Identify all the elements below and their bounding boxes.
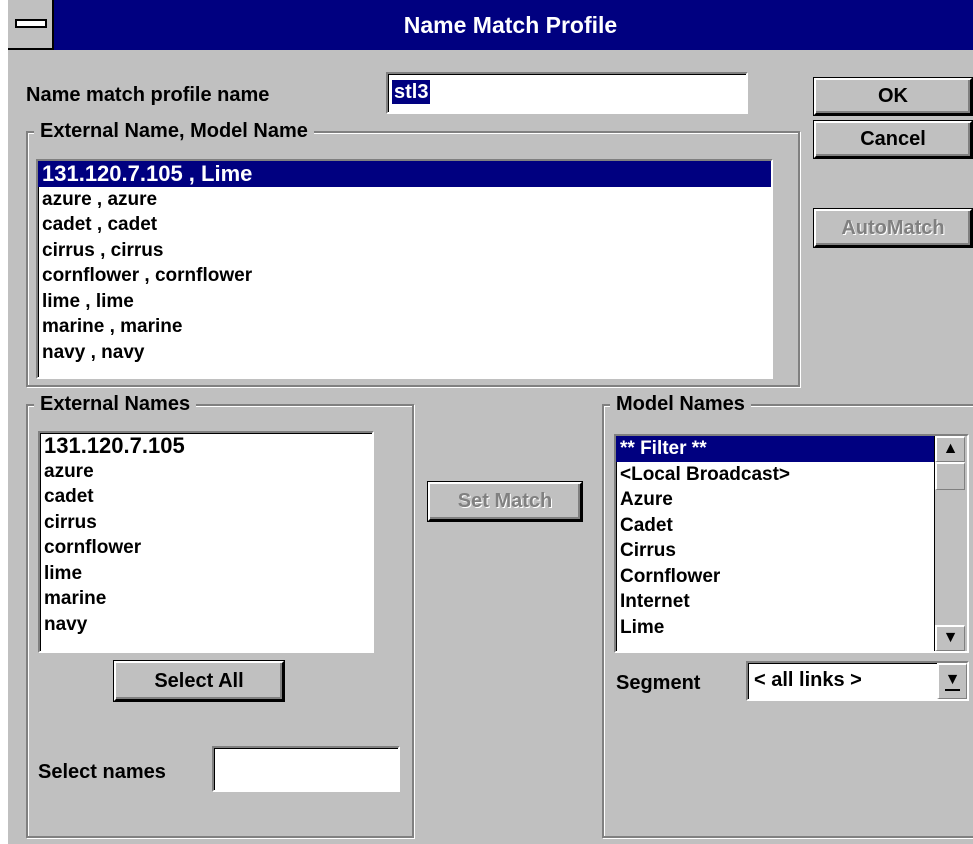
list-item[interactable]: 131.120.7.105 xyxy=(40,433,372,459)
list-item[interactable]: Cornflower xyxy=(616,564,935,590)
up-arrow-icon[interactable]: ▲ xyxy=(935,436,965,462)
list-item[interactable]: Internet xyxy=(616,589,935,615)
segment-label: Segment xyxy=(616,672,701,694)
automatch-button[interactable]: AutoMatch xyxy=(813,208,973,248)
down-arrow-icon[interactable]: ▼ xyxy=(935,625,965,651)
ok-button[interactable]: OK xyxy=(813,77,973,116)
dropdown-arrow-icon[interactable]: ▼ xyxy=(937,663,967,699)
segment-value: < all links > xyxy=(754,669,862,691)
cancel-button[interactable]: Cancel xyxy=(813,120,973,159)
segment-dropdown[interactable]: < all links > ▼ xyxy=(746,661,969,701)
list-item[interactable]: marine , marine xyxy=(38,314,771,340)
list-item[interactable]: cirrus , cirrus xyxy=(38,238,771,264)
list-item[interactable]: lime , lime xyxy=(38,289,771,315)
list-item[interactable]: cornflower xyxy=(40,535,372,561)
dialog-window: Name Match Profile Name match profile na… xyxy=(8,0,973,844)
profile-name-input[interactable]: stl3 xyxy=(386,72,748,114)
profile-name-label: Name match profile name xyxy=(26,84,270,106)
profile-name-value: stl3 xyxy=(392,80,431,104)
pairs-legend: External Name, Model Name xyxy=(34,119,314,143)
external-names-legend: External Names xyxy=(34,392,197,416)
model-names-scrollbar[interactable]: ▲ ▼ xyxy=(934,436,967,651)
list-item[interactable]: marine xyxy=(40,586,372,612)
window-title: Name Match Profile xyxy=(403,12,618,38)
list-item[interactable]: ** Filter ** xyxy=(616,436,935,462)
list-item[interactable]: cadet , cadet xyxy=(38,212,771,238)
list-item[interactable]: navy , navy xyxy=(38,340,771,366)
list-item[interactable]: <Local Broadcast> xyxy=(616,462,935,488)
list-item[interactable]: azure xyxy=(40,459,372,485)
list-item[interactable]: lime xyxy=(40,561,372,587)
list-item[interactable]: Cadet xyxy=(616,513,935,539)
model-names-listbox[interactable]: ** Filter ** <Local Broadcast> Azure Cad… xyxy=(614,434,969,653)
list-item[interactable]: cadet xyxy=(40,484,372,510)
scroll-thumb[interactable] xyxy=(935,462,965,490)
select-names-input[interactable] xyxy=(212,746,400,792)
list-item[interactable]: cornflower , cornflower xyxy=(38,263,771,289)
list-item[interactable]: Cirrus xyxy=(616,538,935,564)
list-item[interactable]: azure , azure xyxy=(38,187,771,213)
list-item[interactable]: navy xyxy=(40,612,372,638)
pairs-listbox[interactable]: 131.120.7.105 , Lime azure , azure cadet… xyxy=(36,159,773,379)
select-all-button[interactable]: Select All xyxy=(113,660,285,702)
list-item[interactable]: 131.120.7.105 , Lime xyxy=(38,161,771,187)
list-item[interactable]: Lime xyxy=(616,615,935,641)
model-names-legend: Model Names xyxy=(610,392,751,416)
set-match-button[interactable]: Set Match xyxy=(427,481,583,522)
select-names-label: Select names xyxy=(38,761,166,783)
title-bar[interactable]: Name Match Profile xyxy=(8,0,973,50)
list-item[interactable]: cirrus xyxy=(40,510,372,536)
list-item[interactable]: Azure xyxy=(616,487,935,513)
external-names-listbox[interactable]: 131.120.7.105 azure cadet cirrus cornflo… xyxy=(38,431,374,653)
